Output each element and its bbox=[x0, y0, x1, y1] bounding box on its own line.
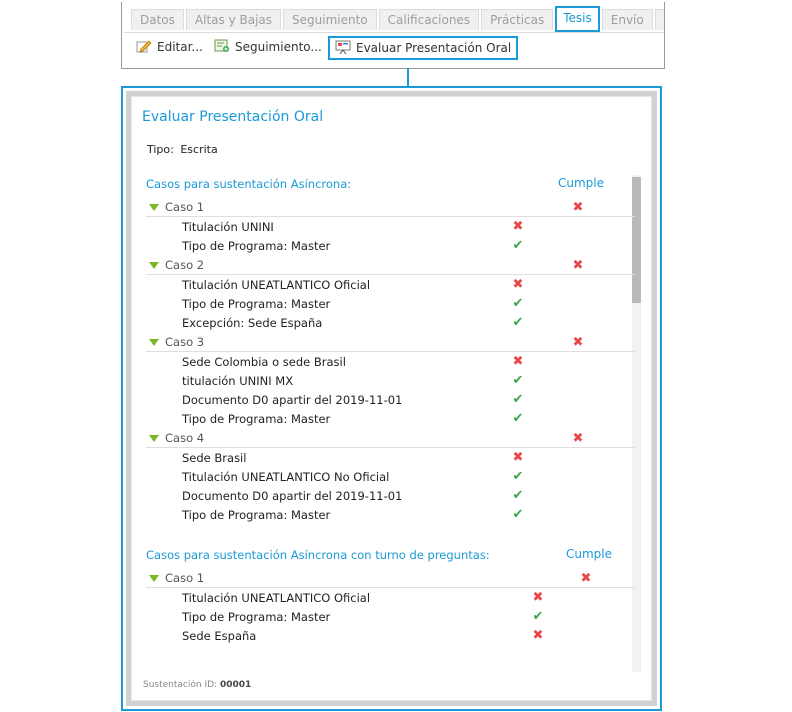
condition-label: Tipo de Programa: Master bbox=[182, 239, 331, 253]
check-icon: ✔ bbox=[512, 411, 524, 426]
presentation-icon bbox=[335, 40, 351, 54]
section-title: Casos para sustentación Asíncrona con tu… bbox=[146, 548, 490, 562]
cross-icon: ✖ bbox=[572, 200, 584, 215]
check-icon: ✔ bbox=[512, 296, 524, 311]
scrollbar[interactable] bbox=[632, 175, 641, 672]
triangle-down-icon[interactable] bbox=[149, 435, 159, 442]
evaluar-label: Evaluar Presentación Oral bbox=[356, 41, 512, 55]
caso-label: Caso 3 bbox=[165, 335, 205, 349]
seguimiento-label: Seguimiento... bbox=[235, 40, 322, 54]
tab-calificaciones[interactable]: Calificaciones bbox=[378, 9, 480, 30]
pencil-icon bbox=[136, 40, 152, 53]
triangle-down-icon[interactable] bbox=[149, 204, 159, 211]
condition-label: Sede España bbox=[182, 629, 257, 643]
callout-frame: Evaluar Presentación Oral Tipo: Escrita … bbox=[121, 86, 662, 711]
tipo-value: Escrita bbox=[180, 143, 218, 156]
condition-label: Titulación UNINI bbox=[182, 220, 274, 234]
tab-bar: Datos Altas y Bajas Seguimiento Calificacio… bbox=[131, 6, 664, 32]
callout-connector bbox=[407, 68, 409, 87]
tipo-line: Tipo: Escrita bbox=[147, 143, 218, 156]
sustentacion-id: Sustentación ID: 00001 bbox=[143, 680, 251, 690]
check-icon: ✔ bbox=[512, 392, 524, 407]
condition-label: Tipo de Programa: Master bbox=[182, 508, 331, 522]
cross-icon: ✖ bbox=[512, 277, 524, 292]
tab-datos[interactable]: Datos bbox=[131, 9, 184, 30]
cross-icon: ✖ bbox=[512, 450, 524, 465]
cumple-header: Cumple bbox=[558, 176, 605, 190]
footer-value: 00001 bbox=[219, 680, 252, 690]
check-icon: ✔ bbox=[512, 373, 524, 388]
cross-icon: ✖ bbox=[512, 354, 524, 369]
condition-label: Documento D0 apartir del 2019-11-01 bbox=[182, 489, 403, 503]
condition-label: Titulación UNEATLANTICO No Oficial bbox=[182, 470, 390, 484]
caso-row[interactable]: Caso 1 bbox=[146, 199, 635, 217]
condition-label: Sede Colombia o sede Brasil bbox=[182, 355, 346, 369]
cross-icon: ✖ bbox=[572, 335, 584, 350]
condition-label: Sede Brasil bbox=[182, 451, 247, 465]
caso-label: Caso 2 bbox=[165, 258, 205, 272]
triangle-down-icon[interactable] bbox=[149, 339, 159, 346]
condition-label: Tipo de Programa: Master bbox=[182, 412, 331, 426]
caso-row[interactable]: Caso 4 bbox=[146, 430, 635, 448]
caso-label: Caso 1 bbox=[165, 200, 205, 214]
cross-icon: ✖ bbox=[532, 590, 544, 605]
tipo-label: Tipo: bbox=[147, 143, 174, 156]
condition-label: Documento D0 apartir del 2019-11-01 bbox=[182, 393, 403, 407]
check-icon: ✔ bbox=[512, 315, 524, 330]
tab-altas-bajas[interactable]: Altas y Bajas bbox=[185, 9, 282, 30]
module-header: Datos Altas y Bajas Seguimiento Calificacio… bbox=[121, 2, 665, 69]
cross-icon: ✖ bbox=[512, 219, 524, 234]
condition-label: Titulación UNEATLANTICO Oficial bbox=[182, 278, 371, 292]
check-icon: ✔ bbox=[532, 609, 544, 624]
editar-button[interactable]: Editar... bbox=[136, 36, 203, 58]
tab-practicas[interactable]: Prácticas bbox=[481, 9, 554, 30]
caso-label: Caso 1 bbox=[165, 571, 205, 585]
evaluar-dialog: Evaluar Presentación Oral Tipo: Escrita … bbox=[131, 96, 652, 701]
condition-label: titulación UNINI MX bbox=[182, 374, 294, 388]
dialog-title: Evaluar Presentación Oral bbox=[142, 109, 324, 125]
toolbar: Editar... Seguimiento... Evaluar Present… bbox=[124, 32, 664, 61]
check-icon: ✔ bbox=[512, 507, 524, 522]
condition-label: Tipo de Programa: Master bbox=[182, 610, 331, 624]
section-title: Casos para sustentación Asíncrona: bbox=[146, 177, 352, 191]
caso-row[interactable]: Caso 2 bbox=[146, 257, 635, 275]
evaluar-presentacion-button[interactable]: Evaluar Presentación Oral bbox=[328, 36, 519, 60]
footer-label: Sustentación ID: bbox=[143, 680, 218, 690]
caso-label: Caso 4 bbox=[165, 431, 205, 445]
check-icon: ✔ bbox=[512, 238, 524, 253]
condition-label: Titulación UNEATLANTICO Oficial bbox=[182, 591, 371, 605]
scrollbar-thumb[interactable] bbox=[632, 177, 641, 303]
casos-scroll-area[interactable]: Casos para sustentación Asíncrona: Cumple… bbox=[132, 175, 651, 672]
document-add-icon bbox=[214, 39, 229, 52]
cross-icon: ✖ bbox=[572, 258, 584, 273]
tab-envio[interactable]: Envío bbox=[601, 9, 653, 30]
triangle-down-icon[interactable] bbox=[149, 262, 159, 269]
tab-seguimiento[interactable]: Seguimiento bbox=[283, 9, 377, 30]
caso-row[interactable]: Caso 1 bbox=[146, 570, 635, 588]
condition-label: Tipo de Programa: Master bbox=[182, 297, 331, 311]
cumple-header: Cumple bbox=[566, 547, 613, 561]
seguimiento-button[interactable]: Seguimiento... bbox=[214, 36, 322, 58]
cross-icon: ✖ bbox=[572, 431, 584, 446]
triangle-down-icon[interactable] bbox=[149, 575, 159, 582]
dialog-shadow: Evaluar Presentación Oral Tipo: Escrita … bbox=[126, 91, 657, 706]
check-icon: ✔ bbox=[512, 488, 524, 503]
condition-label: Excepción: Sede España bbox=[182, 316, 323, 330]
check-icon: ✔ bbox=[512, 469, 524, 484]
cross-icon: ✖ bbox=[532, 628, 544, 643]
cross-icon: ✖ bbox=[580, 571, 592, 586]
tab-tesis[interactable]: Tesis bbox=[555, 6, 600, 32]
editar-label: Editar... bbox=[157, 40, 203, 54]
caso-row[interactable]: Caso 3 bbox=[146, 334, 635, 352]
tab-not[interactable]: Not bbox=[654, 9, 664, 30]
